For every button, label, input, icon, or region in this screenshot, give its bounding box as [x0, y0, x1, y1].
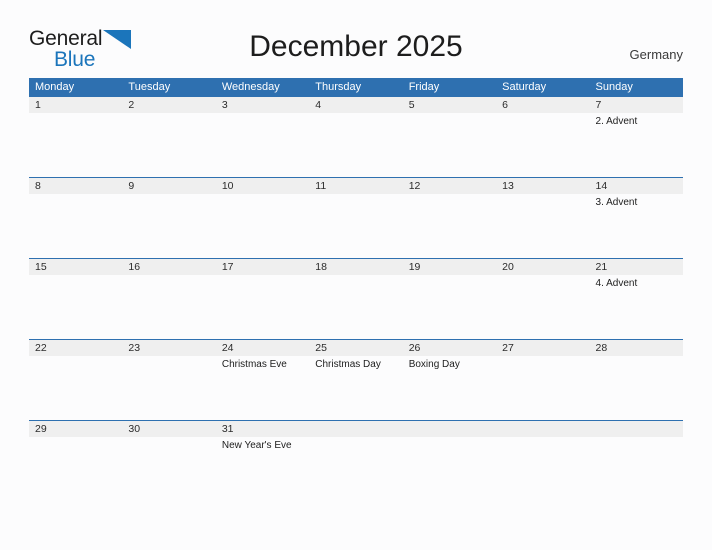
day-number: 5 — [408, 99, 415, 111]
weekday-header-thursday: Thursday — [315, 81, 362, 93]
day-number: 21 — [595, 261, 608, 273]
day-number: 26 — [408, 342, 421, 354]
day-cell[interactable]: 1 — [29, 97, 122, 177]
calendar-grid: Monday Tuesday Wednesday Thursday Friday… — [29, 78, 683, 501]
day-cell[interactable]: 31 New Year's Eve — [216, 421, 309, 501]
day-cell-empty — [496, 421, 589, 501]
day-number: 7 — [595, 99, 602, 111]
day-number: 12 — [408, 180, 421, 192]
day-cell[interactable]: 19 — [403, 259, 496, 339]
day-event: New Year's Eve — [221, 440, 292, 451]
day-number: 31 — [221, 423, 234, 435]
day-cell-empty — [590, 421, 683, 501]
day-cell[interactable]: 16 — [122, 259, 215, 339]
day-cell[interactable]: 2 — [122, 97, 215, 177]
day-cell[interactable]: 7 2. Advent — [590, 97, 683, 177]
week-row: 15 16 17 18 19 20 21 4. Advent — [29, 258, 683, 339]
day-cell[interactable]: 12 — [403, 178, 496, 258]
day-number: 13 — [502, 180, 514, 192]
weekday-header-wednesday: Wednesday — [221, 81, 280, 93]
weekday-header-saturday: Saturday — [502, 81, 547, 93]
day-cell[interactable]: 26 Boxing Day — [403, 340, 496, 420]
day-event: Christmas Eve — [221, 359, 287, 370]
day-event: 3. Advent — [595, 197, 638, 208]
day-number: 8 — [35, 180, 41, 192]
day-number: 18 — [315, 261, 327, 273]
day-number: 25 — [315, 342, 327, 354]
day-cell[interactable]: 9 — [122, 178, 215, 258]
day-event: 4. Advent — [595, 278, 638, 289]
week-row: 29 30 31 New Year's Eve — [29, 420, 683, 501]
day-number: 29 — [35, 423, 47, 435]
day-number: 19 — [408, 261, 421, 273]
day-cell[interactable]: 20 — [496, 259, 589, 339]
day-cell[interactable]: 22 — [29, 340, 122, 420]
weekday-header-tuesday: Tuesday — [128, 81, 171, 93]
day-number: 14 — [595, 180, 608, 192]
day-cell[interactable]: 8 — [29, 178, 122, 258]
week-row: 22 23 24 Christmas Eve 25 Christmas Day … — [29, 339, 683, 420]
day-cell[interactable]: 27 — [496, 340, 589, 420]
day-number: 6 — [502, 99, 508, 111]
day-number: 15 — [35, 261, 47, 273]
day-number: 27 — [502, 342, 514, 354]
day-cell[interactable]: 29 — [29, 421, 122, 501]
day-event: 2. Advent — [595, 116, 638, 127]
weekday-header-sunday: Sunday — [595, 81, 633, 93]
region-label: Germany — [629, 47, 683, 62]
day-event: Christmas Day — [315, 359, 381, 370]
day-cell[interactable]: 25 Christmas Day — [309, 340, 402, 420]
day-number: 3 — [221, 99, 228, 111]
day-number: 22 — [35, 342, 47, 354]
day-cell[interactable]: 24 Christmas Eve — [216, 340, 309, 420]
day-cell[interactable]: 23 — [122, 340, 215, 420]
day-cell[interactable]: 6 — [496, 97, 589, 177]
day-number: 23 — [128, 342, 141, 354]
day-number: 20 — [502, 261, 514, 273]
day-cell[interactable]: 10 — [216, 178, 309, 258]
day-cell[interactable]: 4 — [309, 97, 402, 177]
day-cell[interactable]: 30 — [122, 421, 215, 501]
day-cell[interactable]: 14 3. Advent — [590, 178, 683, 258]
day-number: 30 — [128, 423, 141, 435]
page-title: December 2025 — [249, 30, 463, 63]
week-row: 1 2 3 4 5 6 7 2. Advent — [29, 96, 683, 177]
day-number: 9 — [128, 180, 135, 192]
page-header: General Blue December 2025 Germany — [0, 0, 712, 78]
day-cell[interactable]: 13 — [496, 178, 589, 258]
day-cell[interactable]: 28 — [590, 340, 683, 420]
day-number: 17 — [221, 261, 234, 273]
week-row: 8 9 10 11 12 13 14 3. Advent — [29, 177, 683, 258]
weekday-header-friday: Friday — [408, 81, 440, 93]
day-cell-empty — [403, 421, 496, 501]
day-number: 4 — [315, 99, 322, 111]
day-cell[interactable]: 17 — [216, 259, 309, 339]
day-event: Boxing Day — [408, 359, 460, 370]
day-cell[interactable]: 15 — [29, 259, 122, 339]
day-number: 1 — [35, 99, 41, 111]
day-cell[interactable]: 5 — [403, 97, 496, 177]
day-number: 10 — [221, 180, 234, 192]
weekday-header-monday: Monday — [35, 81, 75, 93]
day-cell[interactable]: 11 — [309, 178, 402, 258]
day-number: 11 — [315, 180, 327, 192]
day-number: 28 — [595, 342, 608, 354]
day-cell[interactable]: 21 4. Advent — [590, 259, 683, 339]
day-number: 24 — [221, 342, 234, 354]
weekday-header-row: Monday Tuesday Wednesday Thursday Friday… — [29, 78, 683, 96]
day-number: 16 — [128, 261, 141, 273]
day-cell[interactable]: 3 — [216, 97, 309, 177]
day-number: 2 — [128, 99, 135, 111]
day-cell[interactable]: 18 — [309, 259, 402, 339]
day-cell-empty — [309, 421, 402, 501]
